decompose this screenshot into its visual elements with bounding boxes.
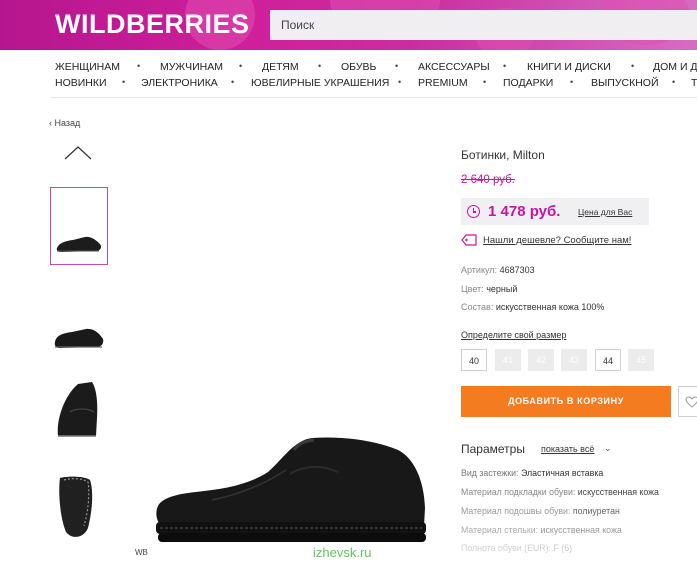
- old-price: 2 640 руб.: [461, 174, 515, 186]
- clock-icon: [467, 205, 480, 218]
- search-placeholder: Поиск: [281, 18, 315, 32]
- spec-key: Цвет:: [461, 284, 484, 294]
- spec-key: Артикул:: [461, 265, 498, 275]
- param-row: Вид застежки: Эластичная вставка: [461, 468, 603, 478]
- search-input[interactable]: Поиск: [270, 10, 697, 40]
- param-value: искусственная кожа: [577, 487, 659, 497]
- shoe-thumbnail-image: [56, 236, 101, 252]
- param-key: Полнота обуви (EUR):: [461, 543, 552, 553]
- nav-item-accessories[interactable]: АКСЕССУАРЫ: [418, 61, 490, 73]
- size-option-43[interactable]: 43: [561, 349, 587, 371]
- param-row: Материал подошвы обуви: полиуретан: [461, 506, 620, 516]
- site-logo[interactable]: WILDBERRIES: [55, 9, 250, 40]
- brand-mark: WB: [135, 548, 148, 557]
- nav-item-electronics[interactable]: ЭЛЕКТРОНИКА: [141, 77, 218, 89]
- price-box: 1 478 руб. Цена для Вас: [461, 198, 649, 225]
- param-key: Материал подкладки обуви:: [461, 487, 576, 497]
- spec-value: черный: [486, 284, 518, 294]
- nav-item-new[interactable]: НОВИНКИ: [55, 77, 107, 89]
- nav-item-men[interactable]: МУЖЧИНАМ: [160, 61, 223, 73]
- back-link[interactable]: ‹ Назад: [49, 118, 80, 128]
- spec-value: 4687303: [499, 265, 535, 275]
- param-key: Материал подошвы обуви:: [461, 506, 571, 516]
- product-main-image[interactable]: [152, 430, 430, 546]
- gallery-up-arrow-icon[interactable]: [63, 145, 93, 161]
- param-value: искусственная кожа: [540, 525, 622, 535]
- nav-item-gifts[interactable]: ПОДАРКИ: [503, 77, 553, 89]
- price-tag-icon: [461, 234, 477, 246]
- shoe-sole-thumbnail-image: [59, 476, 93, 537]
- show-all-params-link[interactable]: показать всё: [541, 444, 594, 454]
- add-to-cart-button[interactable]: ДОБАВИТЬ В КОРЗИНУ: [461, 386, 671, 417]
- param-row: Материал стельки: искусственная кожа: [461, 525, 622, 535]
- nav-separator: •: [318, 61, 322, 71]
- heart-icon: [685, 396, 697, 408]
- params-heading: Параметры: [461, 442, 525, 456]
- nav-separator: •: [631, 61, 635, 71]
- size-option-45[interactable]: 45: [628, 349, 654, 371]
- spec-article: Артикул: 4687303: [461, 265, 535, 275]
- spec-composition: Состав: искусственная кожа 100%: [461, 302, 604, 312]
- gallery-thumbnail[interactable]: [50, 187, 108, 265]
- param-key: Материал стельки:: [461, 525, 539, 535]
- size-option-44[interactable]: 44: [595, 349, 621, 371]
- nav-item-premium[interactable]: PREMIUM: [418, 77, 468, 89]
- nav-separator: •: [398, 77, 402, 87]
- gallery-thumbnail[interactable]: [50, 472, 108, 550]
- param-row: Полнота обуви (EUR): F (6): [461, 543, 572, 553]
- nav-item-home[interactable]: ДОМ И Д: [653, 61, 697, 73]
- spec-value: искусственная кожа 100%: [495, 302, 605, 312]
- nav-separator: •: [239, 61, 243, 71]
- gallery-thumbnail[interactable]: [50, 302, 108, 380]
- size-option-41[interactable]: 41: [495, 349, 521, 371]
- size-guide-link[interactable]: Определите свой размер: [461, 330, 566, 340]
- param-key: Вид застежки:: [461, 468, 519, 478]
- param-value: полиуретан: [572, 506, 620, 516]
- main-nav-row-1: ЖЕНЩИНАМ • МУЖЧИНАМ • ДЕТЯМ • ОБУВЬ • АК…: [0, 61, 697, 75]
- nav-separator: •: [395, 61, 399, 71]
- price-note-link[interactable]: Цена для Вас: [578, 207, 632, 217]
- wishlist-button[interactable]: [678, 386, 697, 417]
- main-nav-row-2: НОВИНКИ • ЭЛЕКТРОНИКА • ЮВЕЛИРНЫЕ УКРАШЕ…: [0, 77, 697, 91]
- shoe-front-thumbnail-image: [57, 382, 98, 437]
- spec-color: Цвет: черный: [461, 284, 517, 294]
- size-option-42[interactable]: 42: [528, 349, 554, 371]
- nav-item-more[interactable]: Т: [691, 77, 697, 89]
- nav-item-graduation[interactable]: ВЫПУСКНОЙ: [591, 77, 659, 89]
- nav-separator: •: [503, 61, 507, 71]
- nav-separator: •: [483, 77, 487, 87]
- current-price: 1 478 руб.: [488, 203, 561, 220]
- param-row: Материал подкладки обуви: искусственная …: [461, 487, 659, 497]
- nav-separator: •: [122, 77, 126, 87]
- back-label: Назад: [54, 118, 81, 128]
- param-value: F (6): [553, 543, 573, 553]
- nav-item-women[interactable]: ЖЕНЩИНАМ: [55, 61, 120, 73]
- gallery-thumbnail[interactable]: [50, 370, 108, 448]
- product-title: Ботинки, Milton: [461, 148, 545, 162]
- size-option-40[interactable]: 40: [461, 349, 487, 371]
- spec-key: Состав:: [461, 302, 494, 312]
- nav-item-kids[interactable]: ДЕТЯМ: [262, 61, 299, 73]
- nav-separator: •: [672, 77, 676, 87]
- nav-separator: •: [137, 61, 141, 71]
- watermark: izhevsk.ru: [313, 545, 372, 560]
- param-value: Эластичная вставка: [520, 468, 604, 478]
- chevron-down-icon[interactable]: ⌄: [604, 443, 612, 454]
- nav-separator: •: [570, 77, 574, 87]
- nav-separator: •: [231, 77, 235, 87]
- site-header: WILDBERRIES Поиск: [0, 0, 697, 50]
- nav-divider: [50, 97, 697, 98]
- nav-item-books[interactable]: КНИГИ И ДИСКИ: [527, 61, 611, 73]
- found-cheaper-link[interactable]: Нашли дешевле? Сообщите нам!: [483, 235, 631, 246]
- nav-item-jewelry[interactable]: ЮВЕЛИРНЫЕ УКРАШЕНИЯ: [251, 77, 389, 89]
- shoe-side-thumbnail-image: [54, 328, 104, 348]
- nav-item-shoes[interactable]: ОБУВЬ: [341, 61, 376, 73]
